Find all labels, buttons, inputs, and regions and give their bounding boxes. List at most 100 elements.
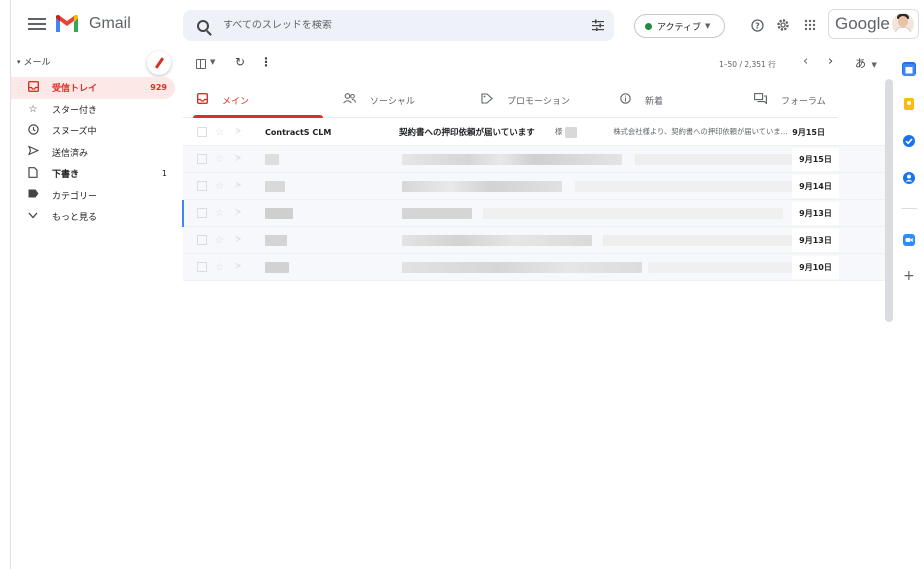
sidebar-item-label: 下書き [52,170,80,181]
redacted-block [575,180,815,192]
email-row[interactable]: ☆ ᗒ 9月14日 [183,173,890,200]
sidebar-item-categories[interactable]: カテゴリー [11,185,175,207]
chevron-down-icon [26,211,40,222]
email-subject: 契約書への押印依頼が届いています [399,128,535,138]
tab-primary[interactable]: メイン [196,83,250,117]
side-panel-rail: + [893,50,924,569]
google-account-button[interactable]: Google [828,9,919,39]
caret-down-icon: ▼ [871,61,877,69]
status-selector[interactable]: アクティブ ▼ [634,14,725,38]
star-icon[interactable]: ☆ [215,127,224,138]
caret-down-icon: ▼ [705,22,711,30]
tab-social[interactable]: ソーシャル [343,83,415,117]
keep-icon[interactable] [902,96,916,110]
email-row[interactable]: ☆ ᗒ 9月10日 [183,254,890,281]
apps-grid-icon [804,19,816,31]
draft-count: 1 [161,169,167,179]
pagination-range: 1–50 / 2,351 行 [719,60,776,69]
important-marker-icon[interactable]: ᗒ [235,235,242,245]
search-bar[interactable] [183,10,614,41]
select-all-checkbox[interactable] [196,59,206,69]
sidebar-item-snoozed[interactable]: スヌーズ中 [11,120,175,142]
search-icon[interactable] [197,19,209,32]
important-marker-icon[interactable]: ᗒ [235,181,242,191]
top-bar: Gmail アクティブ ▼ ? [11,0,924,50]
active-tab-indicator [193,115,323,118]
redacted-block [402,180,562,192]
star-icon[interactable]: ☆ [215,208,224,219]
star-icon[interactable]: ☆ [215,154,224,165]
redacted-block [402,234,592,246]
important-marker-icon[interactable]: ᗒ [235,208,242,218]
hamburger-line [28,18,46,20]
star-icon: ☆ [28,103,38,115]
row-checkbox[interactable] [197,208,207,218]
email-date: 9月13日 [792,202,839,225]
row-checkbox[interactable] [197,262,207,272]
avatar[interactable] [892,13,914,35]
status-label: アクティブ [657,22,702,33]
apps-button[interactable] [799,14,821,36]
more-vert-icon[interactable]: ⋮ [260,55,272,69]
sidebar-item-drafts[interactable]: 下書き 1 [11,163,175,185]
row-checkbox[interactable] [197,235,207,245]
row-checkbox[interactable] [197,154,207,164]
compose-button[interactable] [147,51,171,75]
main-menu-button[interactable] [28,15,46,35]
gmail-logo[interactable]: Gmail [54,14,131,34]
app-name: Gmail [89,15,131,32]
mail-section-header[interactable]: ▾ メール [17,55,51,69]
email-row[interactable]: ☆ ᗒ 9月13日 [183,227,890,254]
help-button[interactable]: ? [746,14,768,36]
sidebar-item-inbox[interactable]: 受信トレイ 929 [11,77,175,99]
mail-section-label: メール [23,58,51,68]
email-date: 9月14日 [792,175,839,198]
row-checkbox[interactable] [197,181,207,191]
tab-label: プロモーション [507,96,570,107]
important-marker-icon[interactable]: ᗒ [235,262,242,272]
tab-updates[interactable]: 新着 [620,83,663,117]
list-scrollbar[interactable] [885,79,893,322]
row-checkbox[interactable] [197,127,207,137]
inbox-icon [26,80,40,95]
sidebar-item-more[interactable]: もっと見る [11,206,175,228]
email-row[interactable]: ☆ ᗒ ContractS CLM 契約書への押印依頼が届いています 様 株式会… [183,119,890,146]
star-icon[interactable]: ☆ [215,262,224,273]
refresh-icon[interactable]: ↻ [235,55,245,69]
tab-promotions[interactable]: プロモーション [481,83,570,117]
people-icon [343,93,356,107]
chevron-right-icon[interactable]: › [828,54,833,69]
zoom-icon[interactable] [902,232,916,246]
tab-forums[interactable]: フォーラム [754,83,826,117]
email-row[interactable]: ☆ ᗒ 9月13日 [182,200,890,227]
important-marker-icon[interactable]: ᗒ [235,154,242,164]
email-row[interactable]: ☆ ᗒ 9月15日 [183,146,890,173]
sidebar-item-label: カテゴリー [52,191,98,202]
tasks-icon[interactable] [902,133,916,147]
gmail-m-icon [56,15,78,32]
email-list: ☆ ᗒ ContractS CLM 契約書への押印依頼が届いています 様 株式会… [182,119,890,281]
input-tools-button[interactable]: あ ▼ [855,55,877,71]
sidebar-item-sent[interactable]: 送信済み [11,142,175,164]
unread-count: 929 [150,83,167,93]
email-date: 9月10日 [792,256,839,279]
sidebar-item-starred[interactable]: ☆ スター付き [11,99,175,121]
gear-icon [777,19,789,31]
calendar-icon[interactable] [902,62,916,76]
star-icon[interactable]: ☆ [215,235,224,246]
avatar-body [895,27,911,35]
redacted-block [402,207,472,219]
chevron-left-icon[interactable]: ‹ [803,54,808,69]
search-options-icon[interactable] [592,19,604,31]
add-addon-icon[interactable]: + [903,268,915,284]
search-input[interactable] [223,20,583,31]
contacts-icon[interactable] [902,170,916,184]
important-marker-icon[interactable]: ᗒ [235,127,242,137]
settings-button[interactable] [772,14,794,36]
star-icon[interactable]: ☆ [215,181,224,192]
tab-label: メイン [222,96,250,107]
select-menu-caret-icon[interactable]: ▼ [210,58,215,66]
sidebar-item-label: もっと見る [52,213,98,224]
sidebar-nav: 受信トレイ 929 ☆ スター付き スヌーズ中 送信済み 下書き 1 カテゴリー… [11,77,181,228]
rail-divider [901,208,917,209]
